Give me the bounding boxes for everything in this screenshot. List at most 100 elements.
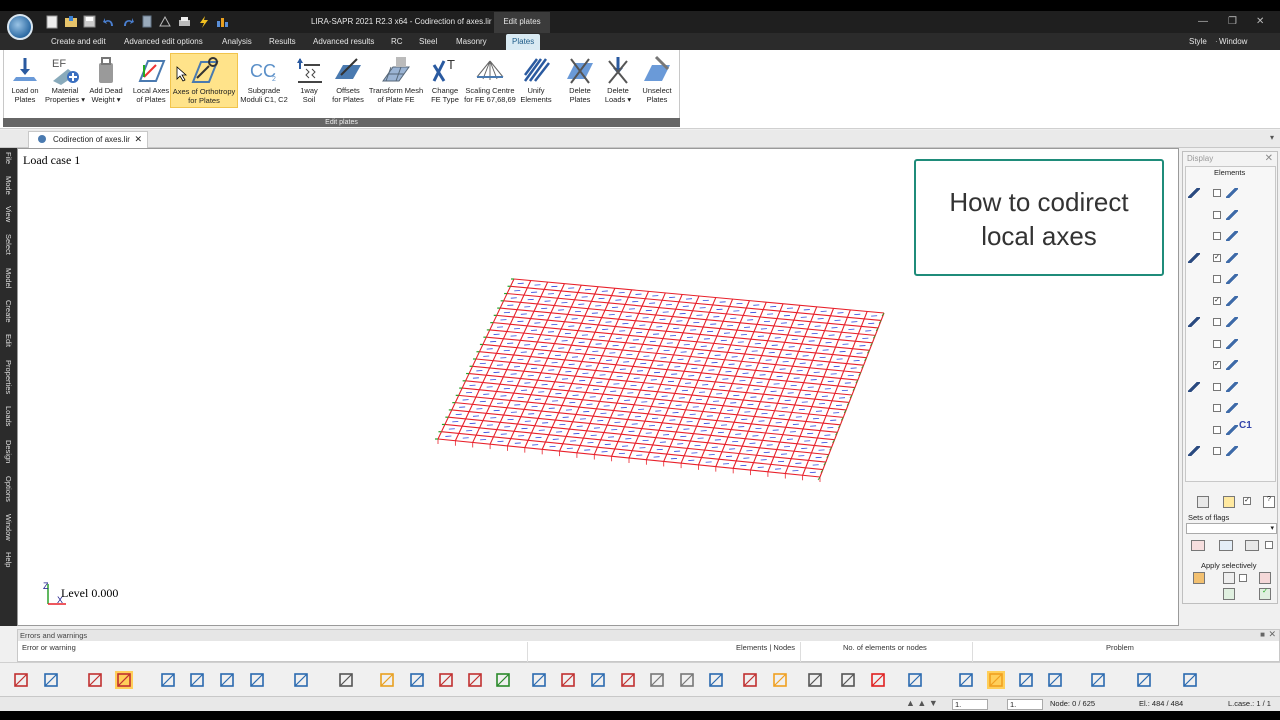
display-mode-icon[interactable] bbox=[1188, 403, 1200, 413]
axes-icon[interactable] bbox=[957, 671, 975, 689]
pick-plate-icon[interactable] bbox=[115, 671, 133, 689]
element-flag-checkbox[interactable] bbox=[1213, 232, 1221, 240]
load-on-plates-button[interactable]: Load on Plates bbox=[6, 53, 44, 108]
display-mode-icon[interactable] bbox=[1188, 252, 1200, 263]
pencil-icon[interactable] bbox=[1223, 496, 1235, 508]
change-fe-type-button[interactable]: T Change FE Type bbox=[426, 53, 464, 108]
close-tab-icon[interactable]: ✕ bbox=[134, 132, 142, 147]
sidebar-item-help[interactable]: Help bbox=[1, 552, 16, 567]
down-arrow-icon[interactable] bbox=[494, 671, 512, 689]
model-canvas[interactable]: Load case 1 Z X Level 0.000 How to codir… bbox=[17, 148, 1179, 626]
display-mode-icon[interactable] bbox=[1188, 339, 1200, 349]
close-errors-icon[interactable]: ✕ bbox=[1268, 629, 1276, 640]
tab-analysis[interactable]: Analysis bbox=[222, 37, 252, 46]
element-flag-checkbox[interactable] bbox=[1213, 425, 1221, 434]
print-icon[interactable] bbox=[177, 14, 192, 29]
material-properties-button[interactable]: EF Material Properties ▾ bbox=[44, 53, 86, 108]
element-flag-checkbox[interactable] bbox=[1213, 318, 1221, 326]
display-mode-icon[interactable] bbox=[1188, 381, 1200, 392]
element-flag-checkbox[interactable]: ✓ bbox=[1213, 253, 1221, 262]
tab-rc[interactable]: RC bbox=[391, 37, 403, 46]
display-mode-icon[interactable] bbox=[1188, 360, 1200, 370]
sidebar-item-window[interactable]: Window bbox=[1, 514, 16, 541]
column-error-or-warning[interactable]: Error or warning bbox=[22, 643, 76, 652]
plate-mesh[interactable] bbox=[418, 259, 918, 489]
menu-window[interactable]: Window bbox=[1219, 37, 1247, 46]
sidebar-item-mode[interactable]: Mode bbox=[1, 176, 16, 195]
element-flag-checkbox[interactable] bbox=[1213, 339, 1221, 348]
sidebar-item-view[interactable]: View bbox=[1, 206, 16, 222]
filter-icon[interactable] bbox=[1259, 572, 1271, 584]
offsets-for-plates-button[interactable]: Offsets for Plates bbox=[328, 53, 368, 108]
unselect-plates-button[interactable]: Unselect Plates bbox=[638, 53, 676, 108]
curve-icon[interactable] bbox=[806, 671, 824, 689]
fragment-icon[interactable] bbox=[378, 671, 396, 689]
pen-icon[interactable] bbox=[337, 671, 355, 689]
ef-icon[interactable] bbox=[292, 671, 310, 689]
rotate-icon[interactable] bbox=[218, 671, 236, 689]
tab-plates[interactable]: Plates bbox=[506, 34, 541, 50]
transform-icon[interactable] bbox=[158, 14, 173, 29]
delete-loads-button[interactable]: Delete Loads ▾ bbox=[600, 53, 636, 108]
element-flag-checkbox[interactable] bbox=[1213, 210, 1221, 219]
close-icon[interactable]: ✕ bbox=[1256, 16, 1264, 27]
zoom-x-icon[interactable] bbox=[741, 671, 759, 689]
group-icon[interactable] bbox=[466, 671, 484, 689]
center-icon[interactable] bbox=[987, 671, 1005, 689]
refresh-icon[interactable] bbox=[1181, 671, 1199, 689]
sidebar-item-loads[interactable]: Loads bbox=[1, 406, 16, 426]
horizontal-icon[interactable] bbox=[188, 671, 206, 689]
clear-flags-icon[interactable] bbox=[1197, 496, 1209, 508]
beam-icon[interactable] bbox=[619, 671, 637, 689]
move-icon[interactable] bbox=[437, 671, 455, 689]
box-icon[interactable] bbox=[678, 671, 696, 689]
display-mode-icon[interactable] bbox=[1188, 425, 1200, 435]
set-checkbox[interactable] bbox=[1265, 541, 1273, 549]
brush-icon[interactable] bbox=[1223, 572, 1235, 584]
apply-checkbox[interactable]: ✓ bbox=[1243, 497, 1251, 505]
select-node-icon[interactable] bbox=[42, 671, 60, 689]
element-flag-checkbox[interactable]: ✓ bbox=[1213, 296, 1221, 305]
select-polygon-icon[interactable] bbox=[12, 671, 30, 689]
cut-set-icon[interactable] bbox=[1219, 540, 1233, 551]
sidebar-item-create[interactable]: Create bbox=[1, 300, 16, 323]
column-icon[interactable] bbox=[559, 671, 577, 689]
zoom-icon[interactable] bbox=[707, 671, 725, 689]
one-way-soil-button[interactable]: 1way Soil bbox=[292, 53, 326, 108]
status-arrows-icon[interactable]: ▲ ▲ ▼ bbox=[906, 698, 938, 708]
display-mode-icon[interactable] bbox=[1188, 188, 1200, 198]
tab-masonry[interactable]: Masonry bbox=[456, 37, 487, 46]
element-flag-checkbox[interactable] bbox=[1213, 275, 1221, 283]
column-number-of-elements[interactable]: No. of elements or nodes bbox=[843, 643, 927, 652]
grid-3d-icon[interactable] bbox=[648, 671, 666, 689]
apply-selective-checkbox[interactable] bbox=[1239, 574, 1247, 582]
display-mode-icon[interactable] bbox=[1188, 317, 1200, 327]
minimize-icon[interactable]: — bbox=[1198, 16, 1208, 27]
xy-icon[interactable] bbox=[1046, 671, 1064, 689]
column-problem[interactable]: Problem bbox=[1106, 643, 1134, 652]
pointer-icon[interactable] bbox=[771, 671, 789, 689]
display-mode-icon[interactable] bbox=[1188, 231, 1200, 241]
tab-results[interactable]: Results bbox=[269, 37, 296, 46]
tab-steel[interactable]: Steel bbox=[419, 37, 437, 46]
tab-document[interactable]: Codirection of axes.lir ✕ bbox=[28, 131, 148, 148]
tab-advanced-results[interactable]: Advanced results bbox=[313, 37, 374, 46]
pin-panel-icon[interactable]: ■ bbox=[1260, 630, 1265, 639]
tab-create-and-edit[interactable]: Create and edit bbox=[51, 37, 106, 46]
new-file-icon[interactable] bbox=[44, 14, 59, 29]
column-elements-nodes[interactable]: Elements | Nodes bbox=[736, 643, 795, 652]
unify-elements-button[interactable]: Unify Elements bbox=[518, 53, 554, 108]
sidebar-item-file[interactable]: File bbox=[1, 152, 16, 164]
yz-icon[interactable] bbox=[1089, 671, 1107, 689]
sidebar-item-options[interactable]: Options bbox=[1, 476, 16, 502]
slab-icon[interactable] bbox=[1135, 671, 1153, 689]
element-flag-checkbox[interactable] bbox=[1213, 404, 1221, 412]
select-element-icon[interactable] bbox=[86, 671, 104, 689]
delete-plates-button[interactable]: Delete Plates bbox=[562, 53, 598, 108]
open-file-icon[interactable] bbox=[63, 14, 78, 29]
sets-of-flags-select[interactable]: ▾ bbox=[1186, 523, 1277, 534]
status-field-1[interactable]: 1. bbox=[952, 699, 988, 710]
element-icon[interactable] bbox=[589, 671, 607, 689]
pin-icon[interactable] bbox=[1223, 588, 1235, 600]
redo-icon[interactable] bbox=[120, 14, 135, 29]
